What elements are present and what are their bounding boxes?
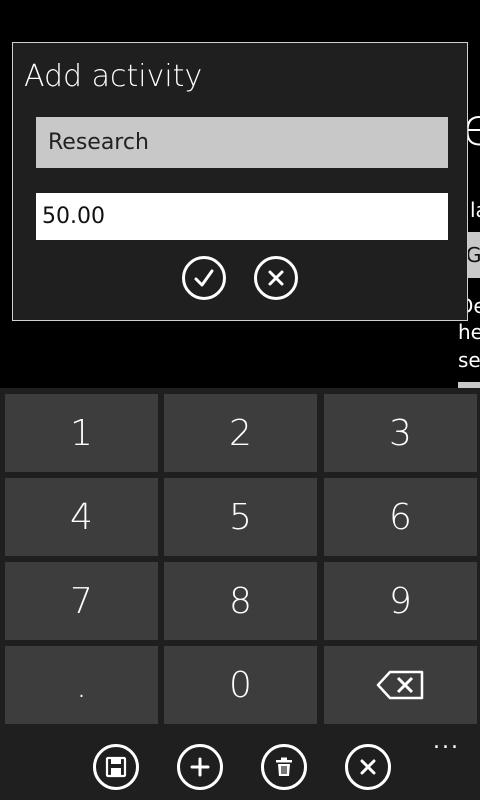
key-6[interactable]: 6 [324, 478, 477, 556]
key-5[interactable]: 5 [164, 478, 317, 556]
background-label-fragment: la [470, 198, 480, 222]
save-button[interactable] [93, 744, 139, 790]
close-icon [360, 759, 376, 775]
key-4[interactable]: 4 [5, 478, 158, 556]
dialog-title: Add activity [24, 59, 203, 94]
key-7[interactable]: 7 [5, 562, 158, 640]
key-2[interactable]: 2 [164, 394, 317, 472]
add-button[interactable] [177, 744, 223, 790]
key-0[interactable]: 0 [164, 646, 317, 724]
activity-picker[interactable]: Research [36, 117, 448, 168]
check-icon [194, 269, 214, 287]
more-options-button[interactable]: ... [433, 729, 460, 754]
add-activity-dialog: Add activity Research [12, 42, 468, 321]
delete-button[interactable] [261, 744, 307, 790]
key-decimal[interactable]: . [5, 646, 158, 724]
background-text-fragment-3: se [458, 348, 480, 372]
amount-input[interactable] [36, 193, 448, 240]
key-9[interactable]: 9 [324, 562, 477, 640]
numeric-keypad: 1 2 3 4 5 6 7 8 9 . 0 [0, 388, 480, 729]
add-icon [190, 757, 210, 777]
backspace-icon [376, 670, 423, 700]
key-3[interactable]: 3 [324, 394, 477, 472]
save-icon [105, 756, 127, 778]
background-text-fragment-2: he [458, 320, 480, 344]
delete-icon [276, 757, 292, 776]
close-icon [268, 270, 284, 286]
backspace-button[interactable] [324, 646, 477, 724]
close-button[interactable] [345, 744, 391, 790]
app-bar: ... [0, 729, 480, 800]
key-1[interactable]: 1 [5, 394, 158, 472]
key-8[interactable]: 8 [164, 562, 317, 640]
confirm-button[interactable] [182, 256, 226, 300]
cancel-button[interactable] [254, 256, 298, 300]
